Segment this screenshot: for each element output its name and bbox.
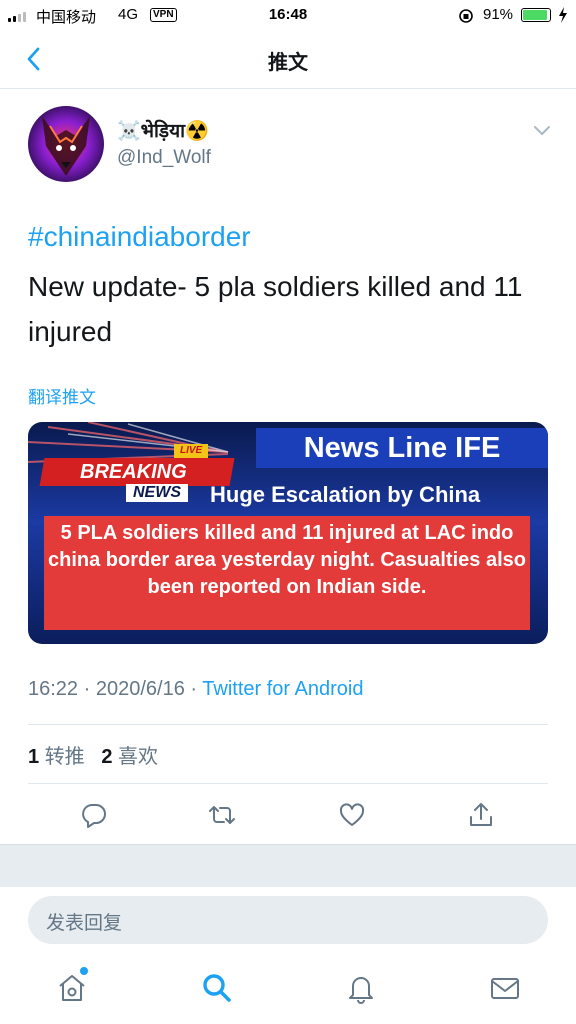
status-bar: 中国移动 4G VPN 16:48 91% [0, 0, 576, 30]
battery-icon [521, 8, 551, 22]
messages-icon[interactable] [489, 972, 521, 1004]
tweet-meta: 16:22 · 2020/6/16 · Twitter for Android [28, 678, 363, 701]
battery-percent: 91% [483, 6, 514, 23]
caret-down-icon[interactable] [530, 120, 554, 140]
divider [28, 724, 548, 725]
home-icon[interactable] [56, 972, 88, 1004]
section-separator [0, 844, 576, 887]
live-badge: LIVE [174, 444, 209, 458]
charging-icon [559, 7, 567, 23]
media-body-text: 5 PLA soldiers killed and 11 injured at … [44, 516, 530, 630]
new-content-dot [80, 967, 88, 975]
reply-icon[interactable] [80, 801, 108, 829]
tweet-stats: 1 转推 2 喜欢 [28, 740, 158, 769]
news-tag: NEWS [126, 484, 188, 502]
tweet-source-link[interactable]: Twitter for Android [202, 678, 363, 700]
meta-separator: · [190, 678, 198, 700]
user-handle[interactable]: @Ind_Wolf [117, 147, 211, 169]
reply-input[interactable]: 发表回复 [28, 896, 548, 944]
page-title: 推文 [268, 52, 308, 74]
display-name[interactable]: ☠️भेड़िया☢️ [117, 117, 209, 143]
tweet-media-image[interactable]: News Line IFE BREAKING LIVE NEWS Huge Es… [28, 422, 548, 644]
translate-tweet-link[interactable]: 翻译推文 [28, 383, 96, 408]
retweet-count: 1 [28, 746, 40, 768]
search-icon[interactable] [201, 972, 233, 1004]
tweet-date: 2020/6/16 [95, 678, 185, 700]
meta-separator: · [83, 678, 91, 700]
like-label: 喜欢 [118, 746, 159, 768]
retweets-stat[interactable]: 1 转推 [28, 746, 85, 768]
hashtag-link[interactable]: #chinaindiaborder [28, 221, 251, 253]
notifications-icon[interactable] [345, 972, 377, 1004]
media-headline: Huge Escalation by China [210, 482, 481, 507]
avatar[interactable] [28, 106, 104, 182]
battery-fill [523, 10, 547, 20]
nav-bar: 推文 [0, 30, 576, 89]
likes-stat[interactable]: 2 喜欢 [101, 746, 158, 768]
reply-placeholder: 发表回复 [46, 913, 123, 934]
wolf-avatar-image [28, 106, 104, 182]
channel-banner: News Line IFE [256, 428, 548, 468]
share-icon[interactable] [467, 801, 495, 829]
orientation-lock-icon [459, 9, 473, 23]
like-icon[interactable] [338, 801, 366, 829]
breaking-label: BREAKING [80, 461, 187, 483]
tweet-text: New update- 5 pla soldiers killed and 11… [28, 271, 523, 347]
retweet-label: 转推 [44, 746, 85, 768]
like-count: 2 [101, 746, 113, 768]
tweet-time: 16:22 [28, 678, 79, 700]
retweet-icon[interactable] [208, 801, 236, 829]
divider [28, 783, 548, 784]
